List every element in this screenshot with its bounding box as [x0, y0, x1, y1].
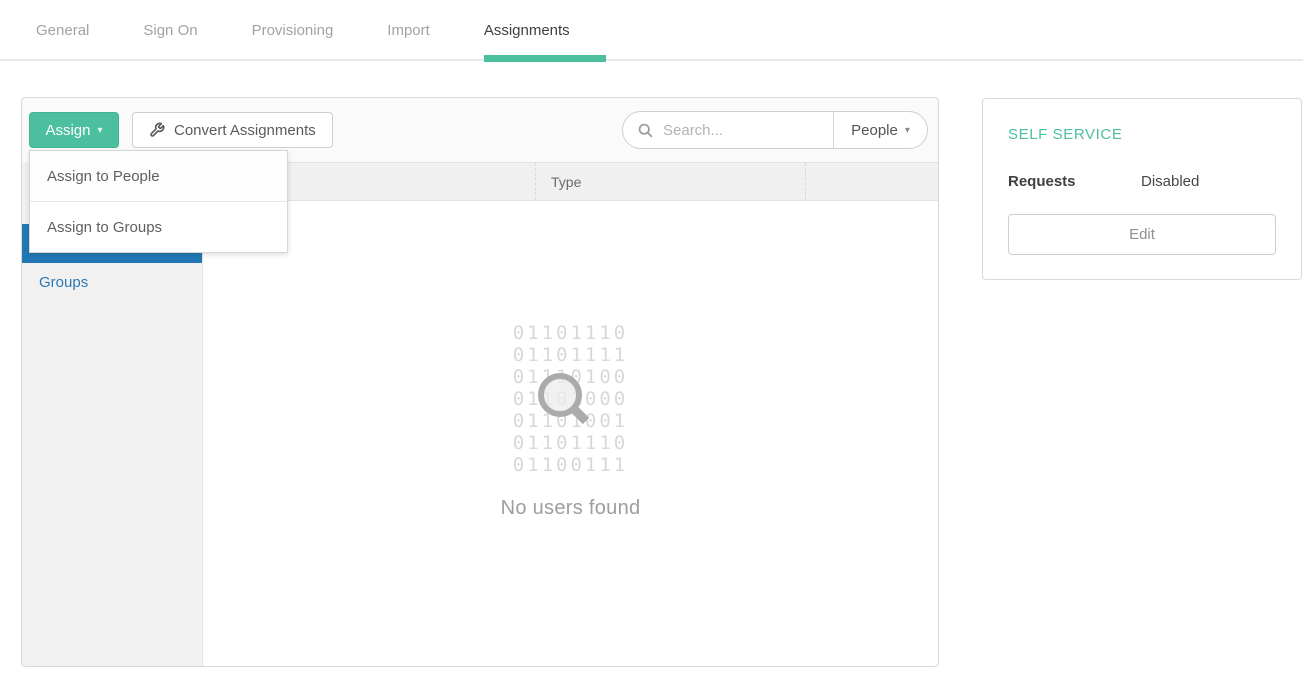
table-header-type: Type — [536, 163, 806, 200]
convert-assignments-label: Convert Assignments — [174, 122, 316, 139]
app-tabbar: General Sign On Provisioning Import Assi… — [0, 0, 1312, 60]
assignments-table: Type 01101110 01101111 01110100 01101000… — [203, 162, 938, 666]
convert-assignments-button[interactable]: Convert Assignments — [132, 112, 333, 148]
assign-button-label: Assign — [45, 122, 90, 139]
tab-import[interactable]: Import — [387, 0, 430, 60]
binary-art-line: 01101110 — [203, 322, 938, 344]
search-icon — [637, 122, 654, 139]
assign-button[interactable]: Assign ▾ — [29, 112, 119, 148]
requests-label: Requests — [1008, 173, 1141, 190]
search-scope-dropdown[interactable]: People ▾ — [834, 112, 927, 148]
chevron-down-icon: ▾ — [98, 125, 103, 136]
sidebar-item-label: Groups — [39, 274, 88, 291]
menu-item-label: Assign to Groups — [47, 219, 162, 236]
chevron-down-icon: ▾ — [905, 125, 910, 136]
table-header-row: Type — [203, 162, 938, 201]
requests-value: Disabled — [1141, 173, 1199, 190]
search-scope-value: People — [851, 122, 898, 139]
table-body: 01101110 01101111 01110100 01101000 0110… — [203, 201, 938, 666]
table-header-actions — [806, 163, 938, 200]
tab-provisioning[interactable]: Provisioning — [252, 0, 334, 60]
sidebar-item-groups[interactable]: Groups — [22, 263, 202, 302]
binary-art-line: 01100111 — [203, 454, 938, 476]
wrench-icon — [149, 122, 165, 138]
menu-item-label: Assign to People — [47, 168, 160, 185]
self-service-title: SELF SERVICE — [1008, 126, 1276, 143]
binary-art-line: 01101111 — [203, 344, 938, 366]
assign-dropdown-menu: Assign to People Assign to Groups — [29, 150, 288, 253]
menu-item-assign-to-people[interactable]: Assign to People — [30, 151, 287, 201]
magnifier-icon — [533, 368, 595, 430]
tab-sign-on[interactable]: Sign On — [143, 0, 197, 60]
tab-general[interactable]: General — [36, 0, 89, 60]
search-input[interactable]: Search... — [623, 112, 833, 148]
requests-row: Requests Disabled — [1008, 173, 1276, 190]
binary-art-line: 01101110 — [203, 432, 938, 454]
search-group: Search... People ▾ — [622, 111, 928, 149]
table-header-label: Type — [551, 174, 581, 190]
empty-state-message: No users found — [203, 497, 938, 520]
menu-item-assign-to-groups[interactable]: Assign to Groups — [30, 202, 287, 252]
search-placeholder: Search... — [663, 122, 723, 139]
tab-assignments[interactable]: Assignments — [484, 0, 570, 60]
edit-button[interactable]: Edit — [1008, 214, 1276, 255]
self-service-panel: SELF SERVICE Requests Disabled Edit — [982, 98, 1302, 280]
